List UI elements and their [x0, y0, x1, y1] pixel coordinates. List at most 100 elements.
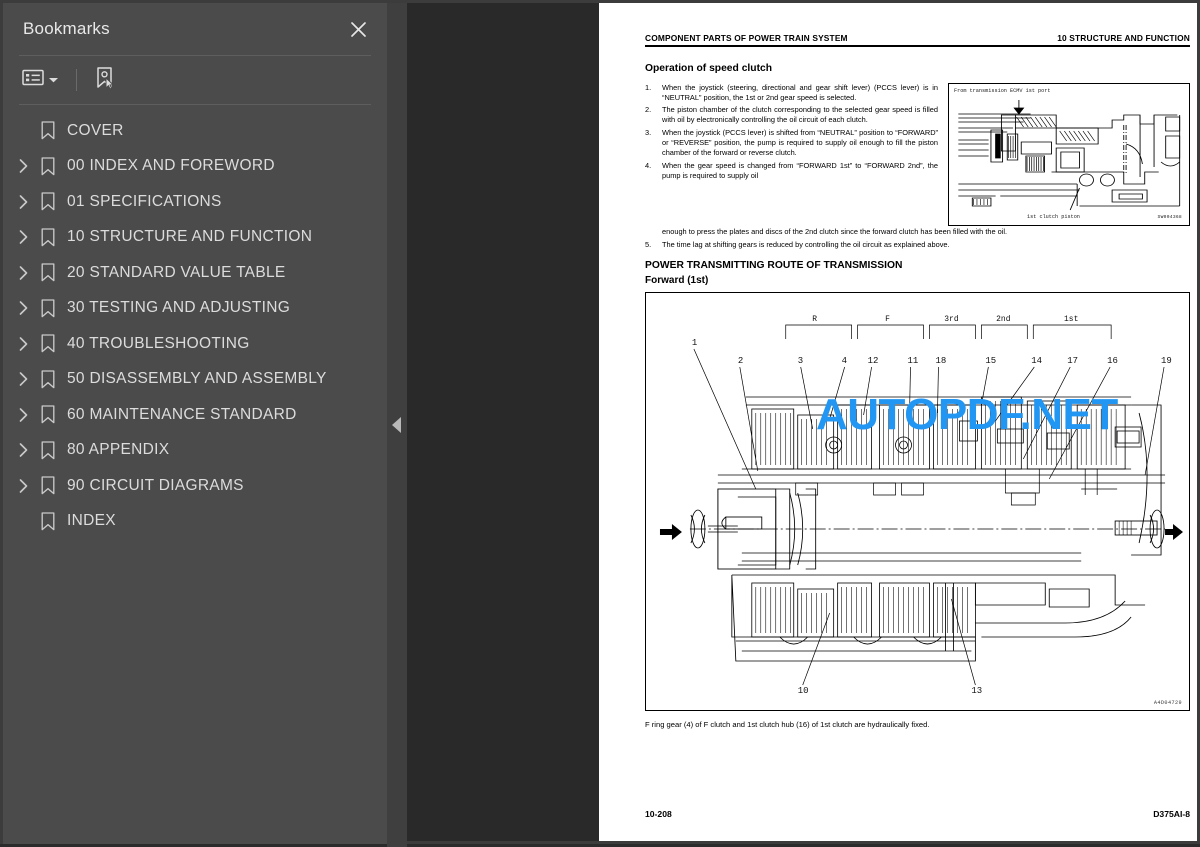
bookmark-label: 10 STRUCTURE AND FUNCTION: [67, 228, 313, 246]
expand-chevron-icon[interactable]: [11, 332, 35, 356]
big-figure-id: A4D04729: [1153, 700, 1182, 707]
svg-text:14: 14: [1031, 356, 1042, 366]
heading-power-transmitting-route: POWER TRANSMITTING ROUTE OF TRANSMISSION: [645, 260, 903, 272]
expand-chevron-icon[interactable]: [11, 403, 35, 427]
bookmark-item[interactable]: 90 CIRCUIT DIAGRAMS: [3, 468, 387, 504]
step-item: 4. When the gear speed is changed from “F…: [645, 161, 938, 181]
running-head-left: COMPONENT PARTS OF POWER TRAIN SYSTEM: [645, 33, 848, 43]
bookmark-item[interactable]: 30 TESTING AND ADJUSTING: [3, 291, 387, 327]
step-number: 3.: [645, 128, 652, 138]
bookmark-item[interactable]: 60 MAINTENANCE STANDARD: [3, 397, 387, 433]
bookmark-item[interactable]: 00 INDEX AND FOREWORD: [3, 149, 387, 185]
bookmark-item[interactable]: COVER: [3, 113, 387, 149]
bookmark-icon: [35, 370, 61, 389]
svg-text:12: 12: [868, 356, 879, 366]
svg-text:11: 11: [908, 356, 919, 366]
bookmark-label: 30 TESTING AND ADJUSTING: [67, 299, 291, 317]
bookmark-item[interactable]: 80 APPENDIX: [3, 433, 387, 469]
svg-text:F: F: [885, 315, 890, 324]
pdf-page: COMPONENT PARTS OF POWER TRAIN SYSTEM 10…: [599, 3, 1197, 841]
mini-figure-column: From transmission ECMV 1st port 1st clut…: [948, 82, 1190, 226]
svg-text:3rd: 3rd: [944, 315, 959, 324]
bookmark-label: 90 CIRCUIT DIAGRAMS: [67, 476, 244, 494]
step-5: 5. The time lag at shifting gears is red…: [645, 240, 1190, 250]
expand-chevron-icon[interactable]: [11, 296, 35, 320]
step-item: 2. The piston chamber of the clutch corre…: [645, 105, 938, 125]
svg-text:10: 10: [798, 686, 809, 696]
heading-forward-1st: Forward (1st): [645, 275, 709, 287]
collapse-panel-icon[interactable]: [392, 417, 401, 433]
step-text: The piston chamber of the clutch corresp…: [662, 105, 938, 125]
step-text: When the gear speed is changed from “FOR…: [662, 161, 938, 180]
bookmark-icon: [35, 512, 61, 531]
bookmark-label: 01 SPECIFICATIONS: [67, 192, 222, 210]
page-footer: 10-208 D375AI-8: [645, 809, 1190, 819]
document-viewer[interactable]: COMPONENT PARTS OF POWER TRAIN SYSTEM 10…: [407, 0, 1200, 844]
bookmark-item[interactable]: 20 STANDARD VALUE TABLE: [3, 255, 387, 291]
pdf-viewer-window: Bookmarks COVER 00 INDEX AND FOREWORD 01…: [0, 0, 1200, 847]
bookmark-label: 60 MAINTENANCE STANDARD: [67, 405, 297, 423]
bookmarks-toolbar: [3, 56, 387, 104]
bookmark-label: 40 TROUBLESHOOTING: [67, 334, 250, 352]
pdf-page-content: COMPONENT PARTS OF POWER TRAIN SYSTEM 10…: [645, 33, 1190, 834]
manual-model: D375AI-8: [1153, 809, 1190, 819]
close-icon[interactable]: [345, 16, 371, 42]
bookmark-item[interactable]: 01 SPECIFICATIONS: [3, 184, 387, 220]
bookmark-icon: [35, 121, 61, 140]
mini-figure-bottom-label: 1st clutch piston: [1027, 213, 1080, 220]
bookmark-label: 50 DISASSEMBLY AND ASSEMBLY: [67, 370, 327, 388]
new-bookmark-button[interactable]: [91, 63, 119, 98]
panel-splitter[interactable]: [387, 0, 407, 847]
bookmark-item[interactable]: INDEX: [3, 504, 387, 540]
bookmarks-panel-header: Bookmarks: [3, 3, 387, 55]
bookmark-icon: [35, 441, 61, 460]
expand-chevron-icon[interactable]: [11, 190, 35, 214]
step-4-continued: enough to press the plates and discs of …: [645, 227, 1190, 237]
step-text: When the joystick (steering, directional…: [662, 82, 938, 102]
svg-text:1st: 1st: [1064, 315, 1078, 324]
svg-text:3: 3: [798, 356, 803, 366]
expand-chevron-icon[interactable]: [11, 225, 35, 249]
expand-chevron-icon[interactable]: [11, 438, 35, 462]
bookmark-label: 00 INDEX AND FOREWORD: [67, 157, 275, 175]
svg-text:16: 16: [1107, 356, 1118, 366]
bookmark-label: 80 APPENDIX: [67, 441, 170, 459]
transmission-route-figure: A4D04729 R F 3rd 2nd 1st 1 2 3 4 12 11 1…: [645, 292, 1190, 712]
steps-list: 1. When the joystick (steering, direction…: [645, 83, 938, 181]
step-4-continued-text: enough to press the plates and discs of …: [662, 226, 1008, 236]
bookmark-icon: [35, 157, 61, 176]
add-bookmark-icon: [94, 66, 116, 95]
steps-column: 1. When the joystick (steering, direction…: [645, 83, 938, 184]
step-number-spacer: [645, 227, 662, 237]
svg-text:R: R: [812, 315, 817, 324]
bookmark-icon: [35, 476, 61, 495]
svg-text:18: 18: [935, 356, 946, 366]
bookmark-label: COVER: [67, 121, 124, 139]
step-item: 1. When the joystick (steering, direction…: [645, 83, 938, 103]
bookmarks-panel-title: Bookmarks: [23, 19, 110, 38]
bookmark-icon: [35, 228, 61, 247]
svg-text:15: 15: [985, 356, 996, 366]
bookmark-item[interactable]: 40 TROUBLESHOOTING: [3, 326, 387, 362]
running-head-rule: [645, 45, 1190, 47]
svg-text:19: 19: [1161, 356, 1172, 366]
figure-caption: F ring gear (4) of F clutch and 1st clut…: [645, 720, 930, 730]
bookmark-item[interactable]: 10 STRUCTURE AND FUNCTION: [3, 220, 387, 256]
bookmark-list: COVER 00 INDEX AND FOREWORD 01 SPECIFICATI…: [3, 105, 387, 539]
expand-chevron-icon[interactable]: [11, 474, 35, 498]
svg-text:1: 1: [692, 338, 697, 348]
step-number: 2.: [645, 105, 652, 115]
running-head-right: 10 STRUCTURE AND FUNCTION: [1057, 33, 1190, 43]
bookmark-item[interactable]: 50 DISASSEMBLY AND ASSEMBLY: [3, 362, 387, 398]
expand-chevron-icon[interactable]: [11, 367, 35, 391]
expand-chevron-icon[interactable]: [11, 154, 35, 178]
svg-text:2nd: 2nd: [996, 315, 1011, 324]
bookmark-label: 20 STANDARD VALUE TABLE: [67, 263, 286, 281]
svg-text:4: 4: [842, 356, 847, 366]
bookmark-options-button[interactable]: [19, 66, 62, 94]
bookmark-icon: [35, 405, 61, 424]
svg-text:17: 17: [1067, 356, 1078, 366]
document-running-head: COMPONENT PARTS OF POWER TRAIN SYSTEM 10…: [645, 33, 1190, 45]
expand-chevron-icon[interactable]: [11, 261, 35, 285]
list-options-icon: [22, 69, 44, 91]
